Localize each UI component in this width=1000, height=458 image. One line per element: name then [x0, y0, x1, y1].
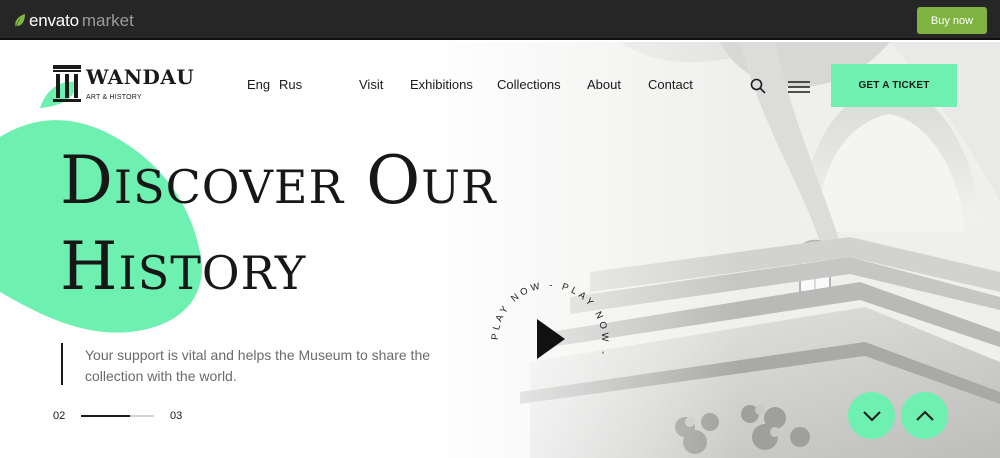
envato-brand-suffix: market	[81, 11, 134, 30]
envato-brand: envato	[29, 11, 79, 30]
logo-title: WANDAU	[86, 65, 195, 89]
lang-eng[interactable]: Eng	[247, 77, 270, 92]
envato-topbar: envato market Buy now	[0, 0, 1000, 40]
nav-exhibitions[interactable]: Exhibitions	[410, 77, 473, 92]
support-accent-bar	[61, 343, 63, 385]
slide-current: 02	[53, 410, 66, 422]
logo-subtitle: ART & HISTORY	[86, 94, 142, 101]
nav-visit[interactable]: Visit	[359, 77, 383, 92]
get-ticket-button[interactable]: GET A TICKET	[831, 64, 957, 107]
envato-leaf-icon	[15, 14, 25, 27]
buy-now-button[interactable]: Buy now	[917, 7, 987, 34]
hero-headline: Discover Our History	[60, 138, 497, 310]
support-text: Your support is vital and helps the Muse…	[85, 347, 431, 384]
envato-logo[interactable]: envato market	[14, 11, 134, 31]
scroll-down-button[interactable]	[848, 392, 895, 439]
slide-progress	[81, 415, 154, 417]
slide-total: 03	[170, 410, 183, 422]
slide-progress-fill	[81, 415, 130, 417]
play-icon	[537, 319, 565, 359]
nav-contact[interactable]: Contact	[648, 77, 693, 92]
headline-line-1: Discover Our	[60, 142, 497, 219]
lang-rus[interactable]: Rus	[279, 77, 302, 92]
scroll-up-button[interactable]	[901, 392, 948, 439]
hero-section: WANDAU ART & HISTORY Eng Rus Visit Exhib…	[0, 42, 1000, 458]
search-icon[interactable]	[750, 78, 766, 94]
hamburger-menu-icon[interactable]	[788, 81, 810, 93]
headline-line-2: History	[60, 228, 307, 305]
chevron-up-icon	[915, 410, 934, 421]
play-now-button[interactable]: PLAY NOW - PLAY NOW -	[485, 275, 615, 405]
nav-about[interactable]: About	[587, 77, 621, 92]
nav-collections[interactable]: Collections	[497, 77, 561, 92]
columns-logo-icon	[53, 65, 81, 102]
chevron-down-icon	[862, 410, 881, 421]
